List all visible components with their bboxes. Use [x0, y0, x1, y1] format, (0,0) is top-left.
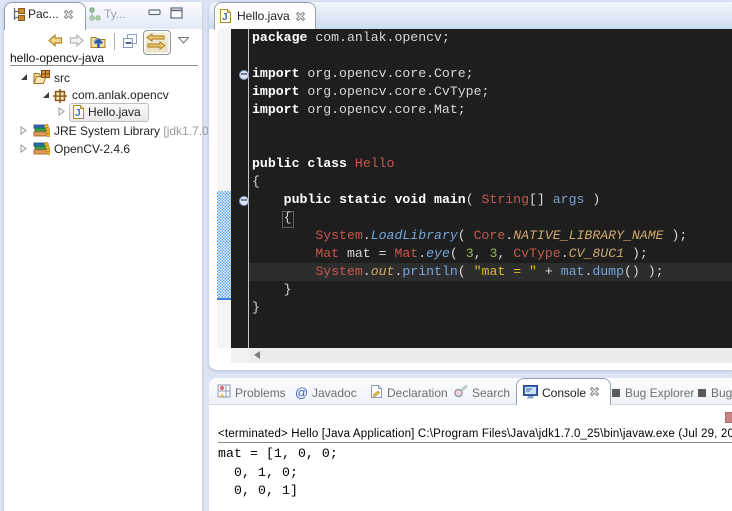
svg-text:J: J: [75, 108, 81, 119]
svg-text:J: J: [222, 12, 228, 23]
